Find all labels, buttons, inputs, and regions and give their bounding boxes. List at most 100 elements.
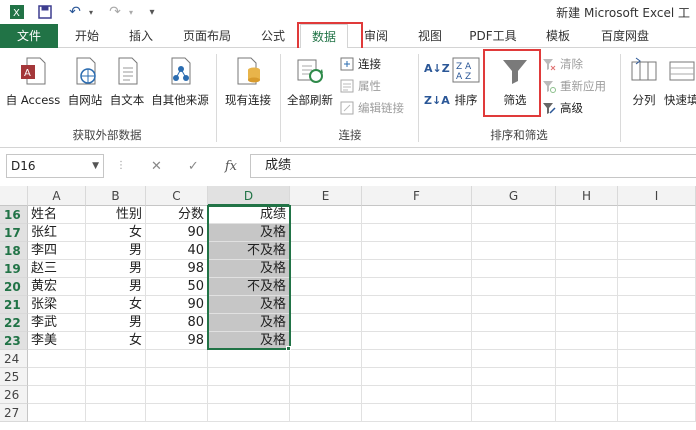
cell[interactable] <box>472 224 556 242</box>
row-header[interactable]: 25 <box>0 368 28 386</box>
cell[interactable] <box>290 278 362 296</box>
cell[interactable]: 女 <box>86 224 146 242</box>
cell[interactable]: 90 <box>146 296 208 314</box>
column-header-d[interactable]: D <box>208 186 290 206</box>
cell[interactable] <box>86 386 146 404</box>
row-header[interactable]: 17 <box>0 224 28 242</box>
advanced-filter-button[interactable]: 高级 <box>542 98 583 118</box>
cell[interactable] <box>472 242 556 260</box>
cell[interactable] <box>362 368 472 386</box>
cell[interactable]: 成绩 <box>208 206 290 224</box>
cell[interactable] <box>290 386 362 404</box>
cell[interactable] <box>618 404 696 422</box>
row-header[interactable]: 24 <box>0 350 28 368</box>
cell[interactable] <box>556 242 618 260</box>
cell[interactable]: 张红 <box>28 224 86 242</box>
cell[interactable] <box>556 314 618 332</box>
cell[interactable] <box>556 260 618 278</box>
cell[interactable] <box>290 260 362 278</box>
flash-fill-button[interactable]: 快速填 <box>664 52 696 108</box>
cell[interactable] <box>618 260 696 278</box>
cell[interactable] <box>556 386 618 404</box>
cell[interactable] <box>556 368 618 386</box>
column-header-c[interactable]: C <box>146 186 208 206</box>
cell[interactable] <box>146 368 208 386</box>
cell[interactable] <box>362 332 472 350</box>
cell[interactable] <box>472 206 556 224</box>
cell[interactable]: 黄宏 <box>28 278 86 296</box>
cell[interactable] <box>618 224 696 242</box>
cell[interactable]: 赵三 <box>28 260 86 278</box>
cell[interactable] <box>28 350 86 368</box>
cell[interactable] <box>362 278 472 296</box>
cell[interactable] <box>472 404 556 422</box>
name-box[interactable]: D16 ▼ <box>6 154 104 178</box>
row-header[interactable]: 20 <box>0 278 28 296</box>
cell[interactable] <box>556 278 618 296</box>
cell[interactable] <box>472 350 556 368</box>
undo-icon[interactable]: ↶ <box>66 3 84 21</box>
cell[interactable]: 分数 <box>146 206 208 224</box>
tab-templates[interactable]: 模板 <box>536 24 580 48</box>
tab-page-layout[interactable]: 页面布局 <box>172 24 242 48</box>
cell[interactable]: 李美 <box>28 332 86 350</box>
cell[interactable] <box>290 332 362 350</box>
cell[interactable] <box>556 224 618 242</box>
cell[interactable] <box>472 386 556 404</box>
cell[interactable] <box>618 242 696 260</box>
row-header[interactable]: 22 <box>0 314 28 332</box>
cell[interactable] <box>556 332 618 350</box>
cell[interactable] <box>472 278 556 296</box>
row-header[interactable]: 23 <box>0 332 28 350</box>
cell[interactable]: 李武 <box>28 314 86 332</box>
cell[interactable] <box>472 332 556 350</box>
cell[interactable] <box>290 368 362 386</box>
connections-button[interactable]: 连接 <box>340 54 381 74</box>
refresh-all-button[interactable]: 全部刷新 <box>284 52 336 108</box>
cell[interactable] <box>290 314 362 332</box>
cell[interactable]: 不及格 <box>208 242 290 260</box>
cell[interactable] <box>290 224 362 242</box>
tab-view[interactable]: 视图 <box>410 24 450 48</box>
cell[interactable] <box>556 404 618 422</box>
cell[interactable]: 女 <box>86 332 146 350</box>
text-to-columns-button[interactable]: 分列 <box>626 52 662 108</box>
customize-qat-icon[interactable]: ▾ <box>146 3 158 21</box>
cell[interactable] <box>618 314 696 332</box>
cell[interactable] <box>208 368 290 386</box>
column-header-g[interactable]: G <box>472 186 556 206</box>
cell[interactable] <box>556 296 618 314</box>
sort-a-to-z-button[interactable]: A↓Z <box>424 58 450 78</box>
clear-filter-button[interactable]: 清除 <box>542 54 583 74</box>
cell[interactable] <box>362 314 472 332</box>
cell[interactable] <box>28 404 86 422</box>
row-header[interactable]: 27 <box>0 404 28 422</box>
from-access-button[interactable]: A 自 Access <box>4 52 62 108</box>
column-header-a[interactable]: A <box>28 186 86 206</box>
row-header[interactable]: 18 <box>0 242 28 260</box>
cell[interactable] <box>290 404 362 422</box>
cell[interactable]: 50 <box>146 278 208 296</box>
cell[interactable] <box>362 260 472 278</box>
row-header[interactable]: 21 <box>0 296 28 314</box>
cancel-icon[interactable]: ✕ <box>151 159 162 174</box>
properties-button[interactable]: 属性 <box>340 76 381 96</box>
cell[interactable] <box>472 296 556 314</box>
cell[interactable]: 98 <box>146 260 208 278</box>
cell[interactable] <box>208 386 290 404</box>
select-all-corner[interactable] <box>0 186 28 206</box>
from-web-button[interactable]: 自网站 <box>64 52 106 108</box>
cell[interactable]: 及格 <box>208 332 290 350</box>
cell[interactable] <box>362 386 472 404</box>
column-header-i[interactable]: I <box>618 186 696 206</box>
column-header-f[interactable]: F <box>362 186 472 206</box>
tab-insert[interactable]: 插入 <box>118 24 164 48</box>
redo-icon[interactable]: ↷ <box>106 3 124 21</box>
cell[interactable] <box>290 350 362 368</box>
row-header[interactable]: 19 <box>0 260 28 278</box>
enter-icon[interactable]: ✓ <box>188 159 199 174</box>
cell[interactable]: 男 <box>86 260 146 278</box>
insert-function-icon[interactable]: fx <box>225 159 237 174</box>
cell[interactable] <box>86 368 146 386</box>
cell[interactable] <box>472 260 556 278</box>
